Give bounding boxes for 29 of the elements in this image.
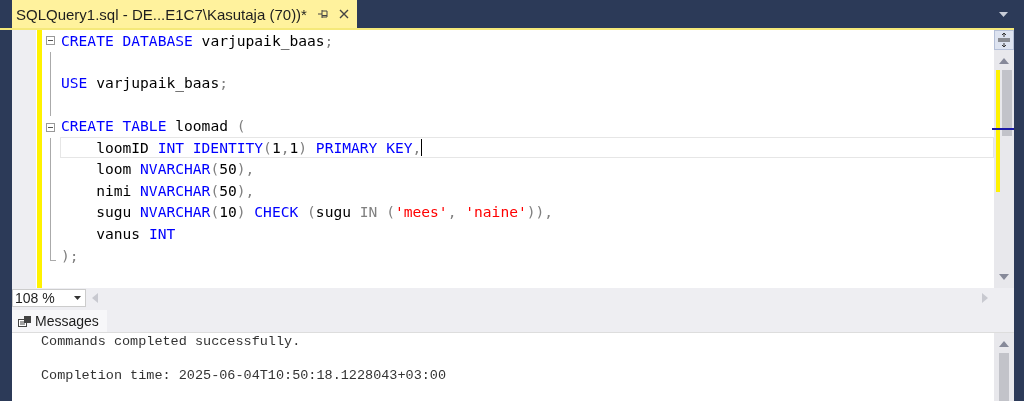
code-line: ); <box>60 245 80 266</box>
scroll-down-icon[interactable] <box>999 274 1009 280</box>
collapse-icon[interactable] <box>46 122 55 132</box>
scroll-thumb[interactable] <box>1002 70 1012 136</box>
code-line: CREATE TABLE loomad ( <box>60 116 247 137</box>
scroll-thumb[interactable] <box>999 353 1009 401</box>
scroll-up-icon[interactable] <box>999 58 1009 64</box>
caret-icon <box>74 296 81 300</box>
messages-tab[interactable]: Messages <box>12 310 107 332</box>
dropdown-caret-icon[interactable] <box>999 12 1008 18</box>
pin-icon[interactable] <box>316 9 329 19</box>
code-line: nimi NVARCHAR(50), <box>95 180 256 201</box>
messages-icon <box>18 315 31 327</box>
message-text: Commands completed successfully. <box>41 334 302 350</box>
document-tab[interactable]: SQLQuery1.sql - DE...E1C7\Kasutaja (70))* <box>12 0 357 28</box>
code-line: USE varjupaik_baas; <box>60 73 229 94</box>
scroll-up-icon[interactable] <box>999 341 1009 347</box>
caret-position-marker <box>992 128 1014 130</box>
scroll-right-icon[interactable] <box>982 293 988 303</box>
code-line: sugu NVARCHAR(10) CHECK (sugu IN ('mees', 'naine')), <box>95 202 555 223</box>
close-icon[interactable] <box>338 9 349 19</box>
split-icon[interactable] <box>994 30 1014 50</box>
collapse-icon[interactable] <box>46 36 55 46</box>
code-line: loom NVARCHAR(50), <box>95 159 256 180</box>
message-text: Completion time: 2025-06-04T10:50:18.1228043+03:00 <box>41 367 448 383</box>
code-line: CREATE DATABASE varjupaik_baas; <box>60 30 335 52</box>
scroll-left-icon[interactable] <box>92 293 98 303</box>
code-line: vanus INT <box>95 224 177 244</box>
zoom-dropdown[interactable]: 108 % <box>12 289 86 307</box>
